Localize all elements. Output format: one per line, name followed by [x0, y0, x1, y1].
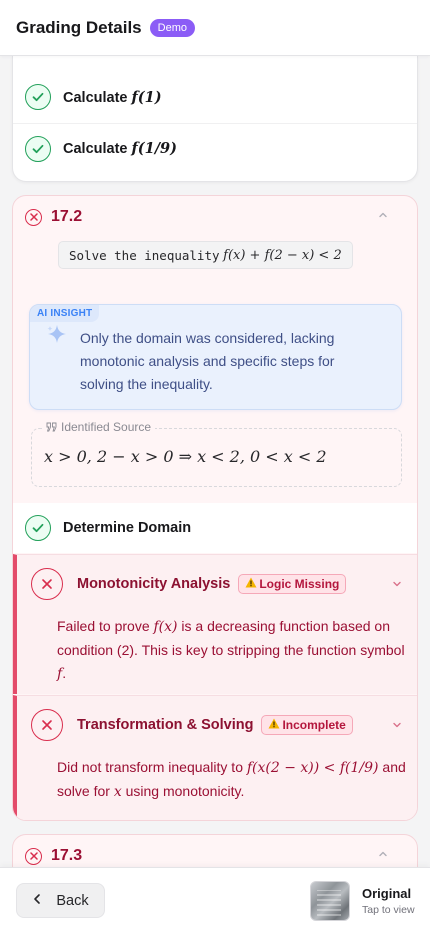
logic-missing-badge: Logic Missing [238, 574, 347, 594]
chevron-left-icon [32, 893, 42, 909]
x-circle-icon [25, 847, 42, 865]
step-label: Determine Domain [63, 520, 192, 536]
ai-insight-text: Only the domain was considered, lacking … [80, 330, 335, 392]
incomplete-badge: Incomplete [261, 715, 353, 735]
quote-icon [46, 422, 57, 432]
step-row-calculate-f1: Calculate f(1) [13, 72, 417, 122]
step-row-determine-domain: Determine Domain [13, 503, 417, 553]
step-row-calculate-f19: Calculate f(1/9) [13, 123, 417, 173]
step-error-transformation[interactable]: Transformation & Solving Incomplete Did … [13, 695, 417, 820]
chevron-down-icon[interactable] [391, 718, 403, 736]
bottom-action-bar: Back Original Tap to view [0, 867, 430, 932]
question-math: f(x) + f(2 − x) < 2 [223, 247, 342, 263]
step-error-text: Did not transform inequality to f(x(2 − … [57, 759, 406, 800]
question-number: 17.3 [51, 847, 83, 864]
back-label: Back [56, 892, 89, 909]
question-card-previous: Calculate f(1) Calculate f(1/9) [12, 56, 418, 182]
step-error-monotonicity[interactable]: Monotonicity Analysis Logic Missing Fail… [13, 554, 417, 694]
step-label: Calculate f(1/9) [63, 140, 177, 157]
step-error-header: Monotonicity Analysis Logic Missing [31, 568, 347, 600]
check-circle-icon [25, 515, 51, 541]
chevron-up-icon[interactable] [377, 208, 389, 226]
identified-source-box: Identified Source x > 0, 2 − x > 0 ⇒ x <… [31, 420, 402, 487]
chevron-up-icon[interactable] [377, 847, 389, 865]
demo-badge: Demo [149, 18, 195, 37]
x-circle-icon [25, 208, 42, 226]
warning-icon [245, 577, 257, 591]
page-title: Grading Details [16, 17, 142, 37]
question-number: 17.2 [51, 208, 83, 225]
ai-insight-tag: AI INSIGHT [30, 305, 100, 322]
step-error-title: Monotonicity Analysis [77, 576, 231, 592]
back-button[interactable]: Back [16, 883, 105, 918]
step-error-text: Failed to prove f(x) is a decreasing fun… [57, 618, 405, 682]
original-subtitle: Tap to view [362, 904, 415, 916]
x-circle-icon [31, 709, 63, 741]
step-error-header: Transformation & Solving Incomplete [31, 709, 353, 741]
ai-insight-box: AI INSIGHT Only the domain was considere… [29, 304, 402, 410]
chevron-down-icon[interactable] [391, 577, 403, 595]
original-title: Original [362, 886, 412, 901]
step-math: f(1) [131, 88, 162, 106]
check-circle-icon [25, 84, 51, 110]
original-thumbnail [310, 881, 350, 921]
question-prompt: Solve the inequality f(x) + f(2 − x) < 2 [58, 241, 353, 269]
question-header: 17.3 [25, 847, 405, 865]
warning-icon [268, 718, 280, 732]
x-circle-icon [31, 568, 63, 600]
sparkle-icon [46, 323, 68, 350]
source-formula: x > 0, 2 − x > 0 ⇒ x < 2, 0 < x < 2 [44, 447, 327, 466]
step-math: f(1/9) [131, 140, 177, 157]
question-card-17-2: 17.2 Solve the inequality f(x) + f(2 − x… [12, 195, 418, 821]
original-image-button[interactable]: Original Tap to view [310, 881, 415, 921]
step-label: Calculate f(1) [63, 88, 162, 106]
identified-source-label: Identified Source [42, 420, 156, 434]
check-circle-icon [25, 135, 51, 162]
question-header[interactable]: 17.2 [25, 208, 405, 226]
app-header: Grading Details Demo [0, 0, 430, 56]
step-error-title: Transformation & Solving [77, 717, 254, 733]
